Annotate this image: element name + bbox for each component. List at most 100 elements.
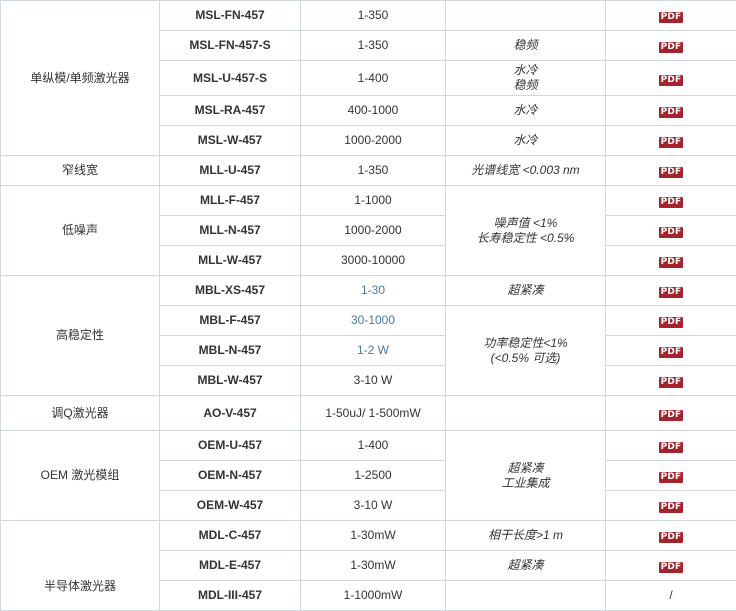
pdf-cell: PDF — [606, 1, 736, 31]
table-row: 窄线宽 MLL-U-457 1-350 光谱线宽 <0.003 nm PDF — [1, 156, 736, 186]
model-cell: OEM-N-457 — [160, 461, 301, 491]
note-cell: 噪声值 <1%长寿稳定性 <0.5% — [446, 186, 606, 276]
pdf-icon[interactable]: PDF — [659, 257, 684, 268]
note-cell: 功率稳定性<1%(<0.5% 可选) — [446, 306, 606, 396]
model-cell: MDL-E-457 — [160, 551, 301, 581]
pdf-cell: PDF — [606, 491, 736, 521]
table-row: OEM 激光模组 OEM-U-457 1-400 超紧凑工业集成 PDF — [1, 431, 736, 461]
note-cell: 相干长度>1 m — [446, 521, 606, 551]
pdf-icon[interactable]: PDF — [659, 12, 684, 23]
pdf-icon[interactable]: PDF — [659, 442, 684, 453]
note-line: 超紧凑 — [446, 461, 605, 476]
note-line: 水冷 — [446, 103, 605, 118]
category-cell: 半导体激光器 — [1, 521, 160, 611]
note-line: 超紧凑 — [446, 558, 605, 573]
note-line: 稳频 — [446, 78, 605, 93]
power-cell: 1000-2000 — [301, 216, 446, 246]
note-line: 长寿稳定性 <0.5% — [446, 231, 605, 246]
model-cell: MDL-C-457 — [160, 521, 301, 551]
note-line: (<0.5% 可选) — [446, 351, 605, 366]
note-cell: 超紧凑 — [446, 551, 606, 581]
model-cell: MLL-N-457 — [160, 216, 301, 246]
model-cell: MLL-U-457 — [160, 156, 301, 186]
note-cell: 超紧凑工业集成 — [446, 431, 606, 521]
pdf-icon[interactable]: PDF — [659, 197, 684, 208]
pdf-icon[interactable]: PDF — [659, 377, 684, 388]
note-line: 相干长度>1 m — [446, 528, 605, 543]
model-cell: MSL-U-457-S — [160, 61, 301, 96]
note-cell: 水冷 — [446, 96, 606, 126]
pdf-cell: / — [606, 581, 736, 611]
model-cell: OEM-U-457 — [160, 431, 301, 461]
note-line: 功率稳定性<1% — [446, 336, 605, 351]
power-cell: 1000-2000 — [301, 126, 446, 156]
product-table: 单纵模/单频激光器 MSL-FN-457 1-350 PDF MSL-FN-45… — [0, 0, 736, 611]
pdf-icon[interactable]: PDF — [659, 472, 684, 483]
power-cell: 1-2 W — [301, 336, 446, 366]
note-line: 超紧凑 — [446, 283, 605, 298]
model-cell: MDL-III-457 — [160, 581, 301, 611]
power-cell: 400-1000 — [301, 96, 446, 126]
pdf-icon[interactable]: PDF — [659, 410, 684, 421]
pdf-cell: PDF — [606, 186, 736, 216]
power-cell: 1-350 — [301, 1, 446, 31]
power-cell: 1-400 — [301, 61, 446, 96]
model-cell: MSL-RA-457 — [160, 96, 301, 126]
pdf-cell: PDF — [606, 551, 736, 581]
power-cell: 1-30mW — [301, 521, 446, 551]
category-cell: OEM 激光模组 — [1, 431, 160, 521]
model-cell: OEM-W-457 — [160, 491, 301, 521]
category-cell: 单纵模/单频激光器 — [1, 1, 160, 156]
note-cell: 水冷稳频 — [446, 61, 606, 96]
pdf-cell: PDF — [606, 156, 736, 186]
pdf-cell: PDF — [606, 366, 736, 396]
table-row: 半导体激光器 MDL-C-457 1-30mW 相干长度>1 m PDF — [1, 521, 736, 551]
model-cell: AO-V-457 — [160, 396, 301, 431]
pdf-icon[interactable]: PDF — [659, 75, 684, 86]
model-cell: MSL-FN-457 — [160, 1, 301, 31]
category-cell: 低噪声 — [1, 186, 160, 276]
note-cell: 水冷 — [446, 126, 606, 156]
pdf-cell: PDF — [606, 431, 736, 461]
pdf-icon[interactable]: PDF — [659, 562, 684, 573]
power-cell: 30-1000 — [301, 306, 446, 336]
power-cell: 1-30 — [301, 276, 446, 306]
power-cell: 1-400 — [301, 431, 446, 461]
table-row: 低噪声 MLL-F-457 1-1000 噪声值 <1%长寿稳定性 <0.5% … — [1, 186, 736, 216]
note-line: 噪声值 <1% — [446, 216, 605, 231]
no-pdf-mark: / — [669, 588, 672, 602]
pdf-icon[interactable]: PDF — [659, 137, 684, 148]
table-row: 单纵模/单频激光器 MSL-FN-457 1-350 PDF — [1, 1, 736, 31]
note-line: 水冷 — [446, 133, 605, 148]
pdf-cell: PDF — [606, 336, 736, 366]
note-line: 稳频 — [446, 38, 605, 53]
pdf-icon[interactable]: PDF — [659, 347, 684, 358]
note-cell: 超紧凑 — [446, 276, 606, 306]
power-cell: 3-10 W — [301, 366, 446, 396]
pdf-icon[interactable]: PDF — [659, 42, 684, 53]
category-cell: 高稳定性 — [1, 276, 160, 396]
pdf-icon[interactable]: PDF — [659, 107, 684, 118]
pdf-cell: PDF — [606, 521, 736, 551]
pdf-cell: PDF — [606, 276, 736, 306]
pdf-icon[interactable]: PDF — [659, 502, 684, 513]
category-cell: 调Q激光器 — [1, 396, 160, 431]
pdf-cell: PDF — [606, 61, 736, 96]
model-cell: MBL-F-457 — [160, 306, 301, 336]
pdf-icon[interactable]: PDF — [659, 532, 684, 543]
pdf-icon[interactable]: PDF — [659, 167, 684, 178]
pdf-cell: PDF — [606, 31, 736, 61]
pdf-cell: PDF — [606, 96, 736, 126]
pdf-icon[interactable]: PDF — [659, 287, 684, 298]
table-row: 调Q激光器 AO-V-457 1-50uJ/ 1-500mW PDF — [1, 396, 736, 431]
model-cell: MLL-W-457 — [160, 246, 301, 276]
pdf-cell: PDF — [606, 246, 736, 276]
model-cell: MSL-FN-457-S — [160, 31, 301, 61]
model-cell: MBL-W-457 — [160, 366, 301, 396]
pdf-icon[interactable]: PDF — [659, 317, 684, 328]
model-cell: MBL-N-457 — [160, 336, 301, 366]
power-cell: 1-30mW — [301, 551, 446, 581]
pdf-cell: PDF — [606, 216, 736, 246]
pdf-icon[interactable]: PDF — [659, 227, 684, 238]
note-cell — [446, 1, 606, 31]
